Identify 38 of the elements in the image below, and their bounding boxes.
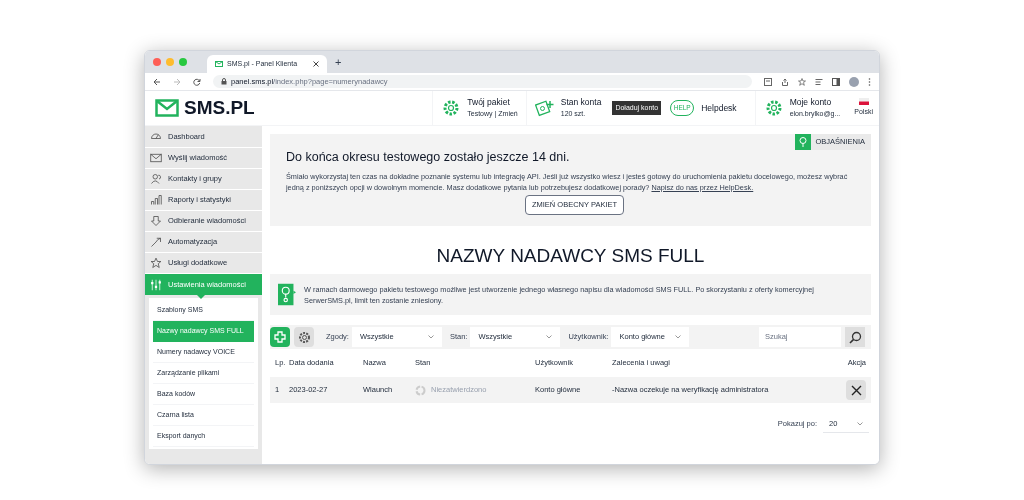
people-icon <box>150 173 162 185</box>
reload-icon[interactable] <box>193 77 201 86</box>
banknote-plus-icon <box>534 98 555 118</box>
chevron-down-icon <box>675 335 682 339</box>
helpdesk-link[interactable]: Helpdesk <box>701 101 737 115</box>
logo-text: SMS.PL <box>184 95 255 120</box>
page-title: NAZWY NADAWCY SMS FULL <box>435 244 706 266</box>
list-icon[interactable] <box>815 77 823 86</box>
arrow-down-icon <box>150 215 162 227</box>
lock-icon <box>221 78 227 85</box>
settings-button[interactable] <box>294 327 314 347</box>
chevron-down-icon <box>546 335 553 339</box>
search-icon <box>848 330 862 344</box>
chevron-down-icon <box>857 421 863 426</box>
new-tab-button[interactable]: + <box>335 53 342 71</box>
envelope-icon <box>155 99 179 117</box>
banner-title: Do końca okresu testowego zostało jeszcze 14 dni. <box>286 149 571 166</box>
star-icon[interactable] <box>798 77 806 86</box>
flag-icon[interactable] <box>858 98 869 106</box>
envelope-icon <box>150 152 162 164</box>
more-icon[interactable] <box>868 77 871 86</box>
sliders-icon <box>150 278 162 291</box>
side-panel-icon[interactable] <box>832 77 840 86</box>
share-icon[interactable] <box>781 77 789 86</box>
spinner-icon <box>415 384 426 396</box>
chevron-down-icon <box>427 335 434 339</box>
lightbulb-icon <box>278 282 297 307</box>
settings-icon <box>297 330 311 344</box>
back-icon[interactable] <box>153 77 161 86</box>
bar-chart-icon <box>150 194 162 206</box>
delete-button[interactable] <box>846 380 866 400</box>
envelope-icon <box>215 61 223 67</box>
plus-icon <box>274 331 286 343</box>
search-button[interactable] <box>845 327 865 347</box>
close-icon[interactable] <box>313 61 319 67</box>
profile-avatar[interactable] <box>849 76 859 87</box>
close-icon <box>850 384 862 396</box>
star-icon <box>150 257 162 269</box>
